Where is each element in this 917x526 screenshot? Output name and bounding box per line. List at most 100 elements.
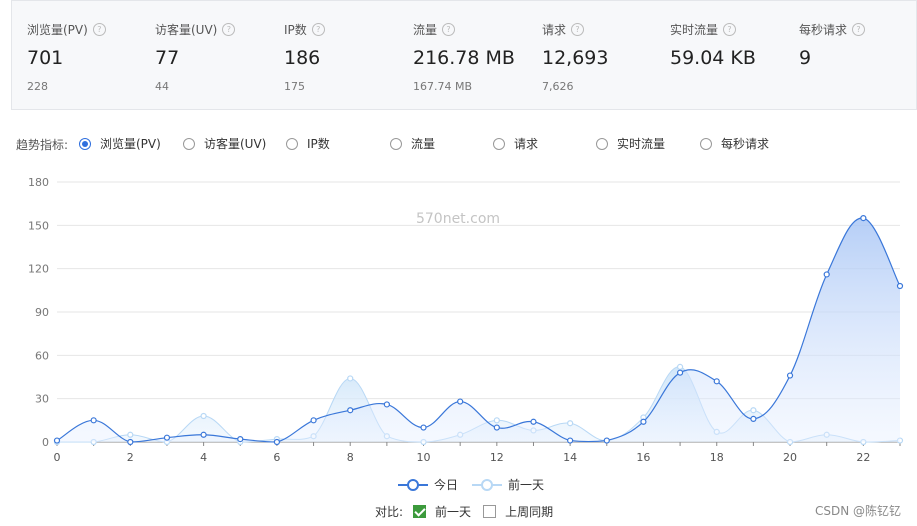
radio-label: 流量: [411, 137, 436, 151]
data-point-prev-day: [676, 363, 684, 370]
x-tick-label: 8: [347, 451, 354, 464]
watermark-text: 570net.com: [416, 211, 500, 227]
stat-label: 每秒请求: [799, 23, 848, 37]
data-point-today: [163, 434, 171, 441]
help-icon[interactable]: ?: [852, 23, 866, 36]
stat-label: 访客量(UV): [155, 23, 218, 37]
radio-traffic[interactable]: 流量: [390, 135, 435, 152]
trend-chart: 0 30 60 90 120 150 180 0 2 4 6 8 10 12 14 16 18 20 22 570ne…: [28, 176, 904, 464]
stat-value: 12,693: [542, 47, 609, 69]
stat-previous: 228: [27, 80, 48, 93]
data-point-today: [567, 437, 574, 444]
radio-circle[interactable]: [700, 137, 712, 150]
data-point-today: [237, 436, 244, 443]
watermark-credit: CSDN @陈钇钇: [814, 504, 901, 518]
trend-label: 趋势指标:: [16, 138, 69, 152]
data-point-prev-day: [567, 420, 574, 427]
data-point-today: [200, 431, 207, 438]
stat-value: 9: [799, 47, 812, 69]
data-point-prev-day: [750, 407, 757, 414]
radio-label: 请求: [514, 137, 539, 151]
stats-panel: 浏览量(PV)? 701 228 访客量(UV)? 77 44 IP数? 186…: [11, 0, 917, 110]
y-tick-label: 180: [28, 176, 49, 189]
checkbox-label: 前一天: [435, 505, 472, 519]
help-icon[interactable]: ?: [222, 23, 236, 36]
legend-line-circle-icon: [472, 478, 503, 491]
data-point-today: [603, 437, 610, 444]
x-tick-label: 4: [200, 451, 207, 464]
radio-circle[interactable]: [390, 137, 402, 150]
x-tick-label: 6: [273, 451, 280, 464]
data-point-prev-day: [127, 431, 134, 438]
stat-value: 77: [155, 47, 180, 69]
radio-pv[interactable]: 浏览量(PV): [79, 135, 161, 152]
data-point-today: [127, 438, 134, 446]
chart-legend: 今日 前一天: [398, 476, 558, 493]
data-point-today: [90, 417, 97, 424]
data-point-today: [713, 378, 720, 385]
data-point-today: [676, 369, 684, 376]
y-tick-label: 120: [28, 263, 49, 276]
stat-value: 216.78 MB: [413, 47, 515, 69]
stat-value: 186: [284, 47, 321, 69]
y-tick-label: 30: [35, 393, 49, 406]
legend-item-today[interactable]: 今日: [398, 476, 458, 493]
legend-item-prev-day[interactable]: 前一天: [472, 476, 544, 493]
radio-circle[interactable]: [79, 137, 91, 150]
radio-label: 实时流量: [617, 137, 666, 151]
stat-label: 请求: [542, 23, 567, 37]
radio-circle[interactable]: [183, 137, 195, 150]
x-tick-label: 16: [636, 451, 650, 464]
data-point-today: [420, 424, 427, 431]
radio-realtime-traffic[interactable]: 实时流量: [596, 135, 665, 152]
x-tick-label: 14: [563, 451, 577, 464]
legend-line-circle-icon: [398, 478, 428, 491]
help-icon[interactable]: ?: [92, 23, 106, 36]
help-icon[interactable]: ?: [723, 23, 737, 36]
data-point-today: [493, 424, 500, 431]
radio-circle[interactable]: [596, 137, 608, 150]
radio-uv[interactable]: 访客量(UV): [183, 135, 266, 152]
data-point-today: [823, 271, 830, 278]
stat-label: 浏览量(PV): [27, 23, 88, 37]
radio-requests-per-second[interactable]: 每秒请求: [700, 135, 769, 152]
data-point-today: [310, 417, 317, 424]
radio-requests[interactable]: 请求: [493, 135, 538, 152]
radio-circle[interactable]: [286, 137, 298, 150]
compare-label: 对比:: [375, 505, 404, 519]
legend-label: 今日: [434, 478, 459, 492]
radio-circle[interactable]: [493, 137, 505, 150]
radio-ip[interactable]: IP数: [286, 135, 330, 152]
checkbox-icon[interactable]: [483, 505, 497, 518]
compare-options: 对比: 前一天 上周同期: [375, 503, 565, 520]
data-point-today: [383, 401, 390, 408]
data-point-today: [640, 418, 647, 425]
compare-last-week-checkbox[interactable]: 上周同期: [483, 503, 553, 520]
x-tick-label: 18: [710, 451, 724, 464]
data-point-today: [896, 282, 904, 290]
stat-previous: 44: [155, 80, 169, 93]
x-tick-label: 0: [54, 451, 61, 464]
radio-label: 浏览量(PV): [100, 137, 161, 151]
help-icon[interactable]: ?: [311, 23, 325, 36]
x-tick-label: 22: [856, 451, 870, 464]
data-point-today: [786, 372, 794, 379]
checkbox-icon[interactable]: [413, 505, 427, 518]
help-icon[interactable]: ?: [571, 23, 585, 36]
help-icon[interactable]: ?: [442, 23, 456, 36]
data-point-today: [457, 398, 464, 405]
data-point-today: [860, 215, 867, 222]
y-tick-label: 90: [35, 306, 49, 319]
radio-label: 每秒请求: [721, 137, 770, 151]
data-point-today: [530, 418, 537, 425]
stat-previous: 167.74 MB: [413, 80, 473, 93]
x-tick-label: 2: [127, 451, 134, 464]
compare-prev-day-checkbox[interactable]: 前一天: [413, 503, 471, 520]
data-point-today: [347, 407, 354, 414]
radio-label: 访客量(UV): [204, 137, 267, 151]
data-point-today: [273, 438, 281, 446]
stat-value: 59.04 KB: [670, 47, 756, 69]
x-tick-label: 12: [490, 451, 504, 464]
legend-label: 前一天: [508, 478, 545, 492]
radio-label: IP数: [307, 137, 330, 151]
